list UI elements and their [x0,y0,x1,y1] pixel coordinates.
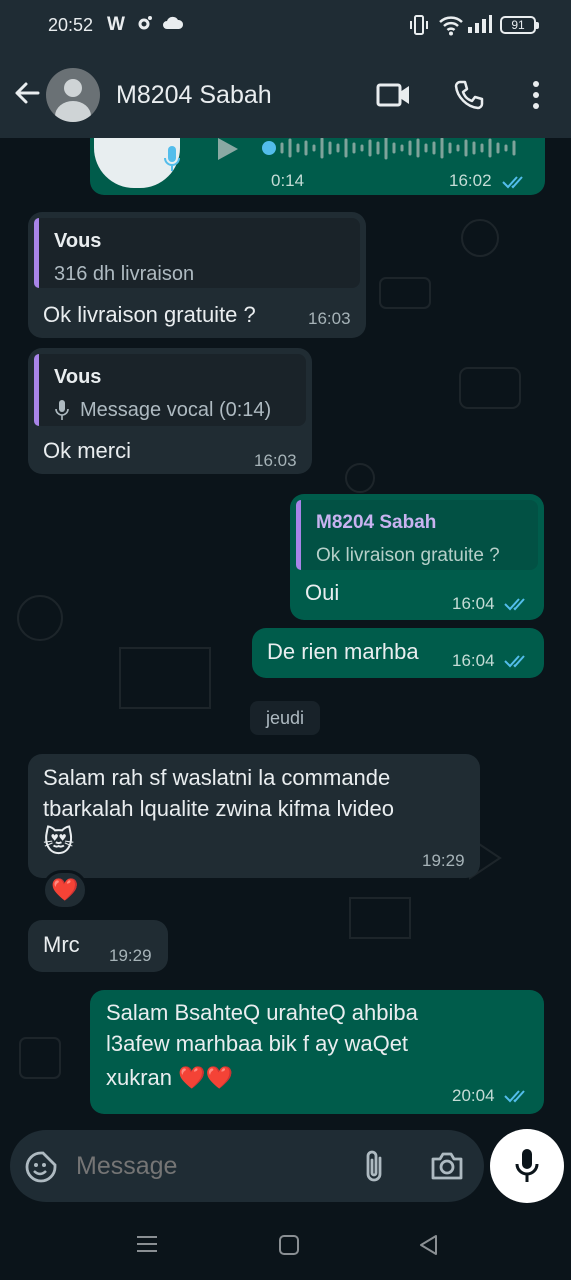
message-text-line: xukran ❤️❤️ [106,1065,233,1090]
read-ticks-icon [504,655,525,668]
quote-text: 316 dh livraison [54,263,195,285]
status-time: 20:52 [48,15,94,35]
back-arrow-icon[interactable] [12,78,42,108]
video-call-icon[interactable] [376,79,412,111]
quote-text: Message vocal (0:14) [80,399,272,421]
message-text: De rien marhba [267,639,419,664]
vibrate-icon [410,15,428,35]
incoming-message[interactable]: Vous Message vocal (0:14) Ok merci 16:03 [28,348,312,474]
message-text: Oui [305,580,340,605]
chat-header: M8204 Sabah [0,52,571,138]
status-bar: 20:52 W 91 [0,0,571,52]
read-ticks-icon [504,598,525,611]
message-time: 16:03 [254,451,297,470]
voice-call-icon[interactable] [453,79,485,111]
message-time: 16:04 [452,651,495,670]
system-nav-bar [0,1210,571,1280]
quote-author: M8204 Sabah [316,512,437,533]
recent-apps-icon[interactable] [136,1234,158,1254]
incoming-message[interactable]: Mrc 19:29 [28,920,168,972]
day-separator: jeudi [250,701,320,735]
outgoing-message[interactable]: M8204 Sabah Ok livraison gratuite ? Oui … [290,494,544,620]
mic-small-icon [55,400,69,420]
voice-message-bubble[interactable]: 0:14 16:02 [90,138,545,195]
message-text: Ok merci [43,438,131,463]
battery-icon: 91 [500,16,539,34]
contact-name[interactable]: M8204 Sabah [116,81,272,110]
message-time: 19:29 [422,851,465,870]
message-time: 16:02 [449,171,492,190]
message-time: 16:03 [308,309,351,328]
camera-icon[interactable] [430,1150,464,1182]
quoted-message[interactable]: Vous Message vocal (0:14) [34,354,306,426]
message-text-line: l3afew marhbaa bik f ay waQet [106,1031,409,1056]
message-emoji: 😻 [43,826,75,859]
outgoing-message[interactable]: Salam BsahteQ urahteQ ahbiba l3afew marh… [90,990,544,1114]
avatar[interactable] [46,68,100,122]
signal-icon [468,15,492,33]
chat-area[interactable]: 0:14 16:02 Vous 316 dh livraison Ok livr… [0,138,571,1210]
status-app-icon: W [107,14,125,35]
message-time: 19:29 [109,946,152,965]
message-reaction[interactable]: ❤️ [42,870,88,910]
message-text: Mrc [43,932,80,957]
voice-duration: 0:14 [271,171,305,190]
message-composer[interactable] [10,1130,484,1202]
sticker-icon[interactable] [24,1150,58,1184]
read-ticks-icon [502,176,523,189]
wifi-icon [439,16,463,36]
incoming-message[interactable]: Vous 316 dh livraison Ok livraison gratu… [28,212,366,338]
voice-progress-handle[interactable] [262,141,276,155]
outgoing-message[interactable]: De rien marhba 16:04 [252,628,544,678]
voice-waveform [280,138,516,160]
read-ticks-icon [504,1090,525,1103]
quoted-message[interactable]: Vous 316 dh livraison [34,218,360,288]
message-input[interactable] [76,1152,336,1181]
incoming-message[interactable]: Salam rah sf waslatni la commande tbarka… [28,754,480,878]
nav-back-icon[interactable] [418,1234,440,1256]
message-text-line: Salam rah sf waslatni la commande [43,765,391,790]
cloud-icon [163,16,184,29]
voice-record-button[interactable] [490,1129,564,1203]
attach-icon[interactable] [360,1148,388,1186]
quote-author: Vous [54,230,102,252]
quote-author: Vous [54,366,102,388]
message-text-line: tbarkalah lqualite zwina kifma lvideo [43,796,394,821]
quoted-message[interactable]: M8204 Sabah Ok livraison gratuite ? [296,500,538,570]
more-options-icon[interactable] [526,79,546,111]
message-time: 16:04 [452,594,495,613]
mic-icon [515,1149,539,1182]
settings-notification-icon [138,16,152,30]
mic-small-icon [164,146,180,171]
message-text-line: Salam BsahteQ urahteQ ahbiba [106,1000,418,1025]
home-icon[interactable] [278,1234,300,1256]
play-icon[interactable] [212,138,242,164]
message-text: Ok livraison gratuite ? [43,302,256,327]
quote-text: Ok livraison gratuite ? [316,545,500,566]
message-time: 20:04 [452,1086,495,1105]
